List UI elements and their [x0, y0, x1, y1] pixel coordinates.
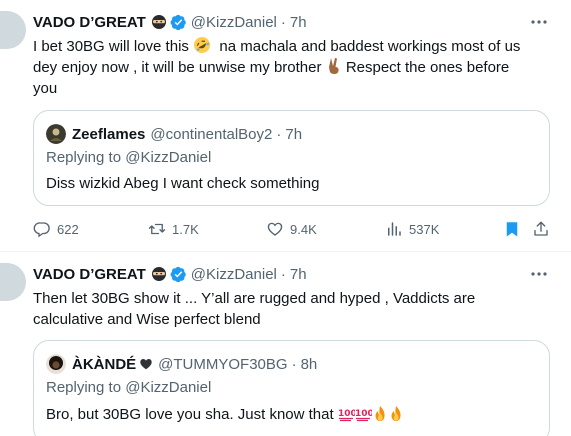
avatar[interactable]: [46, 124, 66, 144]
more-icon[interactable]: [529, 267, 549, 281]
fire-emoji-icon: [375, 406, 385, 421]
quoted-author-name[interactable]: Zeeflames: [72, 126, 145, 143]
share-icon: [534, 221, 548, 236]
quoted-author-name[interactable]: ÀKÀNDÉ: [72, 356, 136, 373]
tweet-text-segment: I bet 30BG will love this: [33, 38, 189, 55]
tweet-time[interactable]: 7h: [290, 14, 307, 31]
quoted-tweet-text: Bro, but 30BG love you sha. Just know th…: [46, 405, 404, 423]
tweet-text-segment: you: [33, 80, 58, 97]
avatar[interactable]: [0, 263, 26, 301]
reply-icon: [33, 222, 50, 238]
ninja-emoji-icon: [151, 15, 166, 29]
quoted-tweet-text: Diss wizkid Abeg I want check something: [46, 175, 320, 192]
replying-to: Replying to @KizzDaniel: [46, 379, 211, 396]
hundred-points-emoji-icon: 100: [355, 409, 372, 422]
quoted-author-handle[interactable]: @TUMMYOF30BG: [158, 356, 287, 373]
svg-text:100: 100: [338, 409, 355, 419]
svg-text:100: 100: [355, 409, 372, 419]
retweet-count: 1.7K: [172, 221, 199, 237]
tweet-text-segment: Respect the ones before: [345, 59, 510, 76]
fire-emoji-icon: [391, 406, 401, 421]
black-heart-emoji-icon: [140, 359, 152, 370]
rofl-emoji-icon: [194, 37, 211, 53]
heart-icon: [267, 222, 283, 236]
quoted-tweet[interactable]: Zeeflames @continentalBoy2 · 7h Replying…: [33, 110, 550, 206]
author-handle[interactable]: @KizzDaniel: [191, 266, 277, 283]
more-icon[interactable]: [529, 15, 549, 29]
victory-hand-emoji-icon: [328, 58, 339, 74]
tweet[interactable]: VADO D’GREAT @KizzDaniel · 7h Then let 3…: [0, 252, 571, 436]
bookmark-icon: [506, 222, 518, 237]
replying-to-handle[interactable]: @KizzDaniel: [125, 149, 211, 166]
reply-count: 622: [57, 221, 79, 237]
quoted-tweet-text-segment: Bro, but 30BG love you sha. Just know th…: [46, 406, 334, 423]
views-button[interactable]: 537K: [385, 218, 439, 240]
separator-dot: ·: [280, 265, 286, 283]
share-button[interactable]: [532, 218, 550, 240]
like-count: 9.4K: [290, 221, 317, 237]
quoted-tweet-header: ÀKÀNDÉ @TUMMYOF30BG · 8h: [46, 353, 317, 375]
tweet-text: I bet 30BG will love this na machala and…: [33, 36, 543, 99]
avatar[interactable]: [46, 354, 66, 374]
reply-button[interactable]: 622: [33, 218, 79, 240]
author-name[interactable]: VADO D’GREAT: [33, 266, 146, 283]
hundred-points-emoji-icon: 100: [338, 409, 355, 422]
tweet-text-line: calculative and Wise perfect blend: [33, 311, 261, 328]
tweet-time[interactable]: 7h: [290, 266, 307, 283]
replying-to-label: Replying to: [46, 379, 122, 396]
quoted-tweet-time[interactable]: 7h: [285, 126, 302, 143]
replying-to-handle[interactable]: @KizzDaniel: [125, 379, 211, 396]
tweet-text: Then let 30BG show it ... Y’all are rugg…: [33, 288, 543, 330]
quoted-author-handle[interactable]: @continentalBoy2: [150, 126, 272, 143]
views-icon: [388, 222, 401, 236]
verified-badge-icon[interactable]: [170, 266, 187, 283]
separator-dot: ·: [276, 125, 282, 143]
bookmark-button[interactable]: [503, 218, 521, 240]
like-button[interactable]: 9.4K: [266, 218, 317, 240]
author-name[interactable]: VADO D’GREAT: [33, 14, 146, 31]
tweet-header: VADO D’GREAT @KizzDaniel · 7h: [33, 264, 307, 284]
avatar[interactable]: [0, 11, 26, 49]
tweet-text-segment: dey enjoy now , it will be unwise my bro…: [33, 59, 322, 76]
retweet-button[interactable]: 1.7K: [148, 218, 199, 240]
tweet-header: VADO D’GREAT @KizzDaniel · 7h: [33, 12, 307, 32]
tweet-text-segment: na machala and baddest workings most of …: [219, 38, 521, 55]
tweet-text-line: Then let 30BG show it ... Y’all are rugg…: [33, 290, 476, 307]
views-count: 537K: [409, 221, 440, 237]
replying-to: Replying to @KizzDaniel: [46, 149, 211, 166]
retweet-icon: [148, 223, 166, 235]
quoted-tweet-header: Zeeflames @continentalBoy2 · 7h: [46, 123, 302, 145]
tweet-actions: 622 1.7K 9.4K 537K: [33, 218, 553, 240]
tweet[interactable]: VADO D’GREAT @KizzDaniel · 7h I bet 30BG…: [0, 0, 571, 251]
verified-badge-icon[interactable]: [170, 14, 187, 31]
author-handle[interactable]: @KizzDaniel: [191, 14, 277, 31]
separator-dot: ·: [280, 13, 286, 31]
replying-to-label: Replying to: [46, 149, 122, 166]
quoted-tweet-time[interactable]: 8h: [301, 356, 318, 373]
quoted-tweet[interactable]: ÀKÀNDÉ @TUMMYOF30BG · 8h Replying to @Ki…: [33, 340, 550, 436]
ninja-emoji-icon: [151, 267, 166, 281]
separator-dot: ·: [291, 355, 297, 373]
